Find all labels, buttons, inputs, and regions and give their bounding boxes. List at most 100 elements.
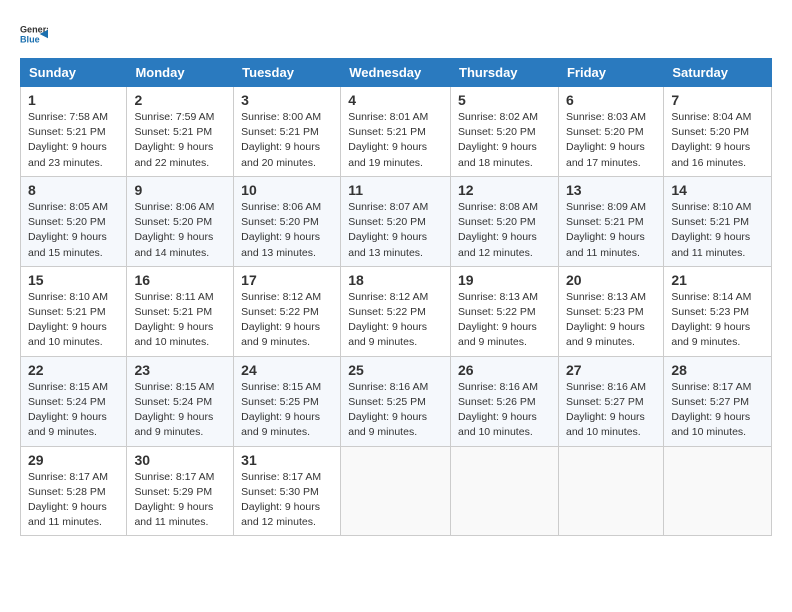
weekday-header-cell: Wednesday bbox=[341, 59, 451, 87]
day-number: 6 bbox=[566, 92, 656, 108]
calendar-day-cell: 15 Sunrise: 8:10 AM Sunset: 5:21 PM Dayl… bbox=[21, 266, 127, 356]
day-info: Sunrise: 8:10 AM Sunset: 5:21 PM Dayligh… bbox=[28, 290, 119, 351]
day-number: 5 bbox=[458, 92, 551, 108]
day-number: 22 bbox=[28, 362, 119, 378]
calendar-table: SundayMondayTuesdayWednesdayThursdayFrid… bbox=[20, 58, 772, 536]
calendar-day-cell: 7 Sunrise: 8:04 AM Sunset: 5:20 PM Dayli… bbox=[664, 87, 772, 177]
calendar-day-cell bbox=[558, 446, 663, 536]
day-info: Sunrise: 8:08 AM Sunset: 5:20 PM Dayligh… bbox=[458, 200, 551, 261]
day-info: Sunrise: 8:10 AM Sunset: 5:21 PM Dayligh… bbox=[671, 200, 764, 261]
day-info: Sunrise: 8:12 AM Sunset: 5:22 PM Dayligh… bbox=[348, 290, 443, 351]
day-number: 3 bbox=[241, 92, 333, 108]
day-info: Sunrise: 8:01 AM Sunset: 5:21 PM Dayligh… bbox=[348, 110, 443, 171]
calendar-day-cell bbox=[664, 446, 772, 536]
day-info: Sunrise: 8:17 AM Sunset: 5:29 PM Dayligh… bbox=[134, 470, 226, 531]
day-info: Sunrise: 8:05 AM Sunset: 5:20 PM Dayligh… bbox=[28, 200, 119, 261]
day-number: 14 bbox=[671, 182, 764, 198]
day-info: Sunrise: 8:16 AM Sunset: 5:26 PM Dayligh… bbox=[458, 380, 551, 441]
calendar-day-cell: 4 Sunrise: 8:01 AM Sunset: 5:21 PM Dayli… bbox=[341, 87, 451, 177]
calendar-week-row: 8 Sunrise: 8:05 AM Sunset: 5:20 PM Dayli… bbox=[21, 176, 772, 266]
day-number: 13 bbox=[566, 182, 656, 198]
day-number: 29 bbox=[28, 452, 119, 468]
calendar-body: 1 Sunrise: 7:58 AM Sunset: 5:21 PM Dayli… bbox=[21, 87, 772, 536]
calendar-day-cell: 31 Sunrise: 8:17 AM Sunset: 5:30 PM Dayl… bbox=[234, 446, 341, 536]
calendar-day-cell: 19 Sunrise: 8:13 AM Sunset: 5:22 PM Dayl… bbox=[451, 266, 559, 356]
day-info: Sunrise: 8:13 AM Sunset: 5:22 PM Dayligh… bbox=[458, 290, 551, 351]
page-header: General Blue bbox=[20, 20, 772, 48]
day-number: 26 bbox=[458, 362, 551, 378]
day-number: 25 bbox=[348, 362, 443, 378]
calendar-day-cell: 10 Sunrise: 8:06 AM Sunset: 5:20 PM Dayl… bbox=[234, 176, 341, 266]
calendar-week-row: 15 Sunrise: 8:10 AM Sunset: 5:21 PM Dayl… bbox=[21, 266, 772, 356]
calendar-day-cell: 21 Sunrise: 8:14 AM Sunset: 5:23 PM Dayl… bbox=[664, 266, 772, 356]
calendar-day-cell: 17 Sunrise: 8:12 AM Sunset: 5:22 PM Dayl… bbox=[234, 266, 341, 356]
day-info: Sunrise: 8:09 AM Sunset: 5:21 PM Dayligh… bbox=[566, 200, 656, 261]
weekday-header-cell: Friday bbox=[558, 59, 663, 87]
day-number: 18 bbox=[348, 272, 443, 288]
day-number: 9 bbox=[134, 182, 226, 198]
calendar-day-cell: 24 Sunrise: 8:15 AM Sunset: 5:25 PM Dayl… bbox=[234, 356, 341, 446]
weekday-header-cell: Saturday bbox=[664, 59, 772, 87]
logo-icon: General Blue bbox=[20, 20, 48, 48]
calendar-day-cell: 3 Sunrise: 8:00 AM Sunset: 5:21 PM Dayli… bbox=[234, 87, 341, 177]
day-info: Sunrise: 8:17 AM Sunset: 5:30 PM Dayligh… bbox=[241, 470, 333, 531]
day-number: 7 bbox=[671, 92, 764, 108]
day-number: 8 bbox=[28, 182, 119, 198]
calendar-day-cell: 12 Sunrise: 8:08 AM Sunset: 5:20 PM Dayl… bbox=[451, 176, 559, 266]
weekday-header-cell: Tuesday bbox=[234, 59, 341, 87]
calendar-week-row: 1 Sunrise: 7:58 AM Sunset: 5:21 PM Dayli… bbox=[21, 87, 772, 177]
day-info: Sunrise: 8:15 AM Sunset: 5:25 PM Dayligh… bbox=[241, 380, 333, 441]
calendar-day-cell: 11 Sunrise: 8:07 AM Sunset: 5:20 PM Dayl… bbox=[341, 176, 451, 266]
calendar-day-cell: 28 Sunrise: 8:17 AM Sunset: 5:27 PM Dayl… bbox=[664, 356, 772, 446]
calendar-day-cell: 29 Sunrise: 8:17 AM Sunset: 5:28 PM Dayl… bbox=[21, 446, 127, 536]
day-info: Sunrise: 8:14 AM Sunset: 5:23 PM Dayligh… bbox=[671, 290, 764, 351]
day-info: Sunrise: 8:16 AM Sunset: 5:25 PM Dayligh… bbox=[348, 380, 443, 441]
day-info: Sunrise: 8:06 AM Sunset: 5:20 PM Dayligh… bbox=[241, 200, 333, 261]
weekday-header-cell: Monday bbox=[127, 59, 234, 87]
calendar-day-cell: 18 Sunrise: 8:12 AM Sunset: 5:22 PM Dayl… bbox=[341, 266, 451, 356]
day-number: 23 bbox=[134, 362, 226, 378]
calendar-day-cell: 5 Sunrise: 8:02 AM Sunset: 5:20 PM Dayli… bbox=[451, 87, 559, 177]
calendar-week-row: 29 Sunrise: 8:17 AM Sunset: 5:28 PM Dayl… bbox=[21, 446, 772, 536]
day-number: 15 bbox=[28, 272, 119, 288]
day-number: 16 bbox=[134, 272, 226, 288]
calendar-day-cell: 25 Sunrise: 8:16 AM Sunset: 5:25 PM Dayl… bbox=[341, 356, 451, 446]
logo: General Blue bbox=[20, 20, 48, 48]
day-info: Sunrise: 8:13 AM Sunset: 5:23 PM Dayligh… bbox=[566, 290, 656, 351]
calendar-week-row: 22 Sunrise: 8:15 AM Sunset: 5:24 PM Dayl… bbox=[21, 356, 772, 446]
calendar-day-cell: 9 Sunrise: 8:06 AM Sunset: 5:20 PM Dayli… bbox=[127, 176, 234, 266]
calendar-day-cell: 13 Sunrise: 8:09 AM Sunset: 5:21 PM Dayl… bbox=[558, 176, 663, 266]
day-number: 31 bbox=[241, 452, 333, 468]
calendar-day-cell: 20 Sunrise: 8:13 AM Sunset: 5:23 PM Dayl… bbox=[558, 266, 663, 356]
day-number: 17 bbox=[241, 272, 333, 288]
day-info: Sunrise: 8:15 AM Sunset: 5:24 PM Dayligh… bbox=[134, 380, 226, 441]
weekday-header-row: SundayMondayTuesdayWednesdayThursdayFrid… bbox=[21, 59, 772, 87]
calendar-day-cell: 27 Sunrise: 8:16 AM Sunset: 5:27 PM Dayl… bbox=[558, 356, 663, 446]
calendar-day-cell: 6 Sunrise: 8:03 AM Sunset: 5:20 PM Dayli… bbox=[558, 87, 663, 177]
calendar-day-cell: 2 Sunrise: 7:59 AM Sunset: 5:21 PM Dayli… bbox=[127, 87, 234, 177]
day-info: Sunrise: 8:07 AM Sunset: 5:20 PM Dayligh… bbox=[348, 200, 443, 261]
day-info: Sunrise: 8:03 AM Sunset: 5:20 PM Dayligh… bbox=[566, 110, 656, 171]
calendar-day-cell: 22 Sunrise: 8:15 AM Sunset: 5:24 PM Dayl… bbox=[21, 356, 127, 446]
day-number: 21 bbox=[671, 272, 764, 288]
day-info: Sunrise: 8:02 AM Sunset: 5:20 PM Dayligh… bbox=[458, 110, 551, 171]
calendar-day-cell: 14 Sunrise: 8:10 AM Sunset: 5:21 PM Dayl… bbox=[664, 176, 772, 266]
svg-text:Blue: Blue bbox=[20, 34, 40, 44]
day-number: 1 bbox=[28, 92, 119, 108]
day-info: Sunrise: 8:00 AM Sunset: 5:21 PM Dayligh… bbox=[241, 110, 333, 171]
calendar-day-cell: 1 Sunrise: 7:58 AM Sunset: 5:21 PM Dayli… bbox=[21, 87, 127, 177]
day-number: 11 bbox=[348, 182, 443, 198]
day-info: Sunrise: 8:04 AM Sunset: 5:20 PM Dayligh… bbox=[671, 110, 764, 171]
day-number: 10 bbox=[241, 182, 333, 198]
day-number: 27 bbox=[566, 362, 656, 378]
calendar-day-cell: 23 Sunrise: 8:15 AM Sunset: 5:24 PM Dayl… bbox=[127, 356, 234, 446]
calendar-day-cell bbox=[341, 446, 451, 536]
day-number: 2 bbox=[134, 92, 226, 108]
calendar-day-cell bbox=[451, 446, 559, 536]
day-info: Sunrise: 8:17 AM Sunset: 5:28 PM Dayligh… bbox=[28, 470, 119, 531]
day-number: 19 bbox=[458, 272, 551, 288]
calendar-day-cell: 16 Sunrise: 8:11 AM Sunset: 5:21 PM Dayl… bbox=[127, 266, 234, 356]
day-number: 28 bbox=[671, 362, 764, 378]
calendar-day-cell: 8 Sunrise: 8:05 AM Sunset: 5:20 PM Dayli… bbox=[21, 176, 127, 266]
calendar-day-cell: 30 Sunrise: 8:17 AM Sunset: 5:29 PM Dayl… bbox=[127, 446, 234, 536]
